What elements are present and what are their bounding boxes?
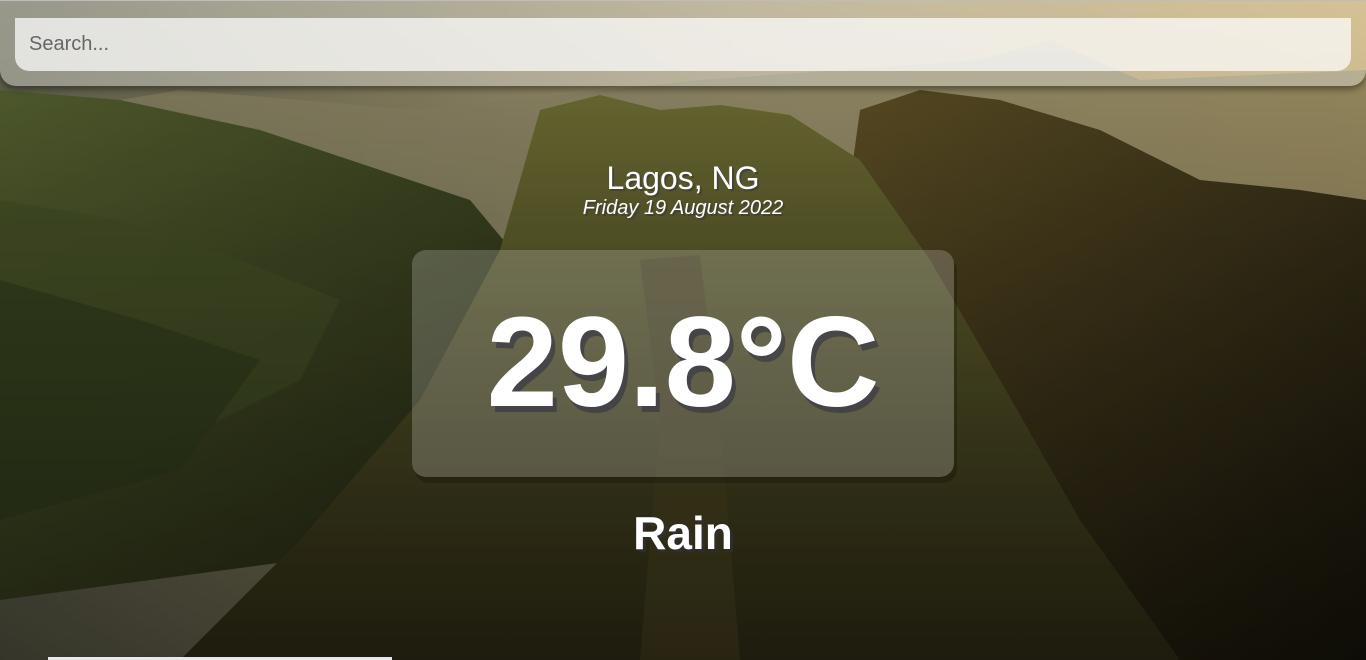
temperature-value: 29.8°C [486, 291, 880, 434]
weather-condition: Rain [633, 507, 733, 559]
temperature-card: 29.8°C [412, 250, 954, 477]
current-date: Friday 19 August 2022 [582, 197, 784, 219]
search-bar [0, 0, 1366, 86]
weather-app: Lagos, NG Friday 19 August 2022 29.8°C R… [0, 0, 1366, 660]
search-input[interactable] [15, 18, 1351, 71]
location-name: Lagos, NG [606, 160, 760, 196]
